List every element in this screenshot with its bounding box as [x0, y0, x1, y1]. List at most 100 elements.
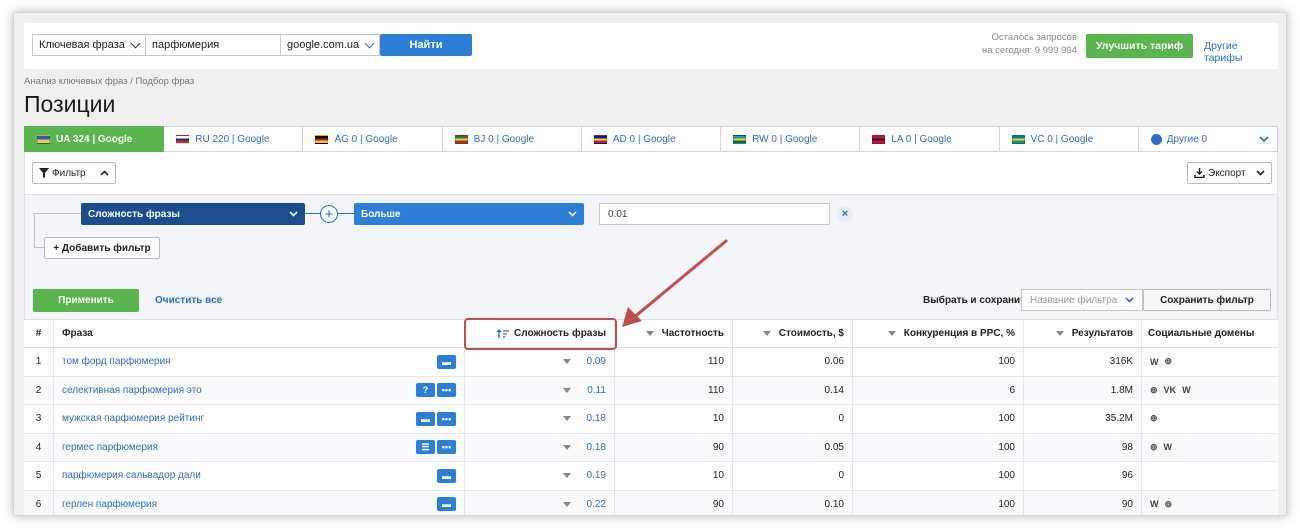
header-competition[interactable]: Конкуренция в PPC, %	[853, 320, 1024, 347]
results-cell: 90	[1024, 490, 1142, 515]
header-results[interactable]: Результатов	[1024, 320, 1142, 347]
filter-value-input[interactable]: 0.01	[599, 203, 830, 225]
tab-region-5[interactable]: RW 0 | Google	[721, 126, 861, 152]
filter-toggle-button[interactable]: Фильтр	[32, 162, 116, 184]
filter-operator-select[interactable]: Больше	[354, 203, 584, 225]
phrase-link[interactable]: герлен парфюмерия	[62, 499, 157, 510]
chevron-down-icon	[364, 38, 375, 49]
tab-region-8[interactable]: Другие 0	[1138, 126, 1278, 152]
expand-icon[interactable]	[562, 473, 571, 479]
export-button[interactable]: Экспорт	[1187, 162, 1272, 184]
difficulty-value[interactable]: 0.09	[587, 356, 606, 367]
social-p-icon[interactable]: ⊚	[1150, 442, 1158, 453]
chevron-down-icon	[1256, 170, 1265, 176]
apply-button[interactable]: Применить	[33, 289, 139, 312]
more-icon[interactable]: •••	[437, 440, 456, 455]
social-w-icon[interactable]: W	[1150, 499, 1159, 509]
search-type-select[interactable]: Ключевая фраза	[32, 34, 146, 56]
tab-label: VC 0 | Google	[1030, 133, 1094, 145]
social-cell: ⊚ W	[1142, 434, 1278, 462]
filter-toggle-label: Фильтр	[52, 167, 86, 179]
chat-icon[interactable]: ▬	[437, 497, 456, 512]
difficulty-value[interactable]: 0.18	[587, 442, 606, 453]
tab-region-1[interactable]: RU 220 | Google	[164, 126, 304, 152]
social-vk-icon[interactable]: VK	[1164, 385, 1177, 395]
difficulty-value[interactable]: 0.19	[587, 470, 606, 481]
clear-all-link[interactable]: Очистить все	[155, 295, 222, 306]
chat-icon[interactable]: ▬	[437, 354, 456, 369]
chat-icon[interactable]: ▬	[437, 468, 456, 483]
tab-label: AG 0 | Google	[334, 133, 398, 145]
header-phrase[interactable]: Фраза	[54, 320, 465, 347]
social-p-icon[interactable]: ⊚	[1150, 385, 1158, 396]
social-p-icon[interactable]: ⊚	[1165, 356, 1173, 367]
difficulty-value[interactable]: 0.18	[587, 413, 606, 424]
phrase-link[interactable]: мужская парфюмерия рейтинг	[62, 413, 204, 424]
cost-cell: 0	[733, 405, 853, 433]
social-w-icon[interactable]: W	[1150, 357, 1159, 367]
phrase-link[interactable]: том форд парфюмерия	[62, 356, 171, 367]
tab-region-2[interactable]: AG 0 | Google	[303, 126, 443, 152]
frequency-cell: 90	[615, 490, 733, 515]
list-icon[interactable]: ☰	[416, 440, 435, 455]
more-icon[interactable]: •••	[437, 383, 456, 398]
difficulty-cell: 0.09	[465, 348, 615, 376]
tab-region-6[interactable]: LA 0 | Google	[860, 126, 1000, 152]
expand-icon[interactable]	[563, 387, 572, 393]
row-actions: ▬	[435, 497, 456, 512]
chevron-down-icon	[289, 211, 298, 217]
difficulty-value[interactable]: 0.11	[587, 385, 606, 396]
difficulty-cell: 0.19	[465, 462, 615, 490]
expand-icon[interactable]	[562, 501, 571, 507]
engine-select[interactable]: google.com.ua	[280, 34, 380, 56]
header-cost-label: Стоимость, $	[778, 328, 844, 339]
remove-filter-icon[interactable]: ×	[837, 206, 853, 222]
breadcrumb[interactable]: Анализ ключевых фраз / Подбор фраз	[24, 76, 194, 87]
expand-icon[interactable]	[562, 416, 571, 422]
other-plans-link[interactable]: Другие тарифы	[1204, 40, 1278, 64]
more-icon[interactable]: •••	[437, 411, 456, 426]
add-filter-button[interactable]: + Добавить фильтр	[44, 237, 160, 259]
question-icon[interactable]: ?	[416, 383, 435, 398]
tab-region-4[interactable]: AD 0 | Google	[581, 126, 722, 152]
tab-region-7[interactable]: VC 0 | Google	[999, 126, 1139, 152]
social-w-icon[interactable]: W	[1182, 385, 1191, 395]
difficulty-value[interactable]: 0.22	[587, 499, 606, 510]
competition-cell: 100	[853, 405, 1024, 433]
social-p-icon[interactable]: ⊚	[1165, 499, 1173, 510]
row-actions: ☰ •••	[414, 440, 456, 455]
tab-region-0[interactable]: UA 324 | Google	[24, 126, 165, 152]
tab-label: BJ 0 | Google	[473, 133, 535, 145]
filter-name-placeholder: Название фильтра	[1030, 294, 1118, 306]
tree-connector	[34, 247, 44, 248]
social-p-icon[interactable]: ⊚	[1150, 413, 1158, 424]
filter-field-select[interactable]: Сложность фразы	[81, 203, 305, 225]
upgrade-plan-button[interactable]: Улучшить тариф	[1086, 34, 1193, 58]
phrase-link[interactable]: селективная парфюмерия это	[62, 385, 202, 396]
export-label: Экспорт	[1208, 167, 1246, 179]
flag-icon	[593, 134, 607, 144]
search-input[interactable]: парфюмерия	[145, 34, 281, 56]
expand-icon[interactable]	[562, 359, 571, 365]
frequency-cell: 10	[615, 405, 733, 433]
annotation-arrow-icon	[622, 239, 728, 327]
tab-region-3[interactable]: BJ 0 | Google	[442, 126, 582, 152]
header-cost[interactable]: Стоимость, $	[733, 320, 853, 347]
chevron-down-icon	[1259, 135, 1269, 142]
frequency-cell: 90	[615, 433, 733, 461]
social-cell	[1142, 462, 1278, 490]
sort-icon	[1055, 331, 1064, 336]
add-condition-icon[interactable]: +	[320, 205, 338, 223]
social-w-icon[interactable]: W	[1164, 442, 1173, 452]
filter-name-select[interactable]: Название фильтра	[1021, 289, 1143, 311]
frequency-cell: 10	[615, 462, 733, 490]
chat-icon[interactable]: ▬	[416, 411, 435, 426]
phrase-link[interactable]: гермес парфюмерия	[62, 442, 158, 453]
phrase-link[interactable]: парфюмерия сальвадор дали	[62, 470, 201, 481]
find-button[interactable]: Найти	[380, 34, 472, 56]
results-cell: 316K	[1024, 348, 1142, 376]
cost-cell: 0.05	[733, 433, 853, 461]
expand-icon[interactable]	[562, 444, 571, 450]
competition-cell: 100	[853, 433, 1024, 461]
save-filter-button[interactable]: Сохранить фильтр	[1143, 289, 1271, 311]
